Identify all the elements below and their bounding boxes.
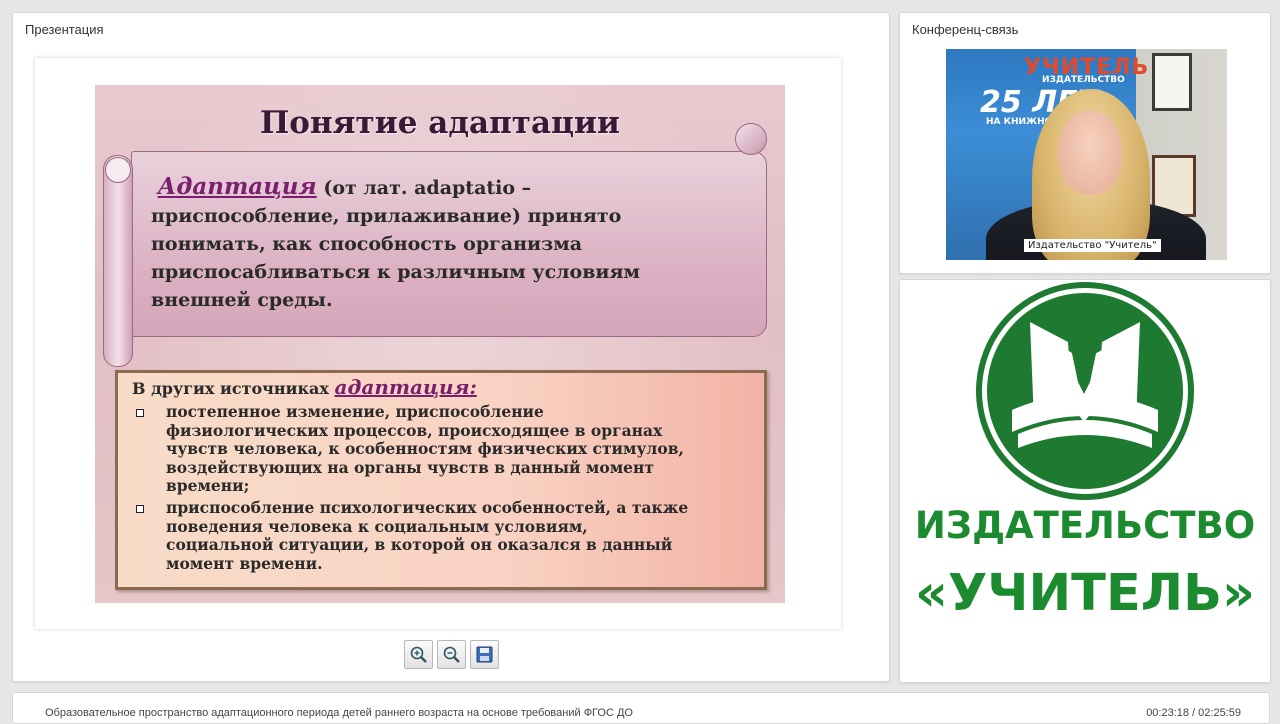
logo-panel: ИЗДАТЕЛЬСТВО «УЧИТЕЛЬ» <box>899 279 1271 683</box>
list-item: постепенное изменение, приспособление фи… <box>132 402 760 496</box>
slide-frame: Понятие адаптации Адаптация (от лат. ada… <box>35 58 841 629</box>
sources-heading: В других источниках адаптация: <box>132 375 477 399</box>
presenter-face <box>1058 111 1122 195</box>
definition-line-1-rest: (от лат. adaptatio – <box>323 177 532 199</box>
playback-time: 00:23:18 / 02:25:59 <box>1146 707 1241 719</box>
bullet-line: поведения человека к социальным условиям… <box>166 516 588 536</box>
zoom-in-icon <box>410 646 427 663</box>
poster-subtitle: ИЗДАТЕЛЬСТВО <box>1042 75 1125 85</box>
definition-line-3: понимать, как способность организма <box>151 233 583 255</box>
publisher-name-line2: «УЧИТЕЛЬ» <box>915 564 1255 623</box>
definition-term: Адаптация <box>157 173 317 200</box>
video-feed[interactable]: УЧИТЕЛЬ ИЗДАТЕЛЬСТВО 25 ЛЕТ НА КНИЖНОМ И… <box>946 49 1227 260</box>
zoom-in-button[interactable] <box>404 640 433 669</box>
definition-line-4: приспосабливаться к различным условиям <box>151 261 641 283</box>
definition-text: Адаптация (от лат. adaptatio – приспособ… <box>151 173 751 314</box>
slide: Понятие адаптации Адаптация (от лат. ada… <box>95 85 785 603</box>
scroll-roll-decoration <box>103 155 133 367</box>
sources-term: адаптация: <box>334 375 477 399</box>
bullet-line: чувств человека, к особенностям физическ… <box>166 439 684 458</box>
checkbox-bullet-icon <box>136 505 144 513</box>
status-bar: Образовательное пространство адаптационн… <box>12 692 1270 724</box>
definition-line-2: приспособление, прилаживание) принято <box>151 205 622 227</box>
wall-certificate <box>1152 53 1192 111</box>
list-item: приспособление психологических особеннос… <box>132 498 760 573</box>
bullet-line: постепенное изменение, приспособление <box>166 402 544 421</box>
bullet-line: социальной ситуации, в которой он оказал… <box>166 535 673 554</box>
bullet-line: момент времени. <box>166 553 323 573</box>
zoom-out-button[interactable] <box>437 640 466 669</box>
zoom-out-icon <box>443 646 460 663</box>
slide-title: Понятие адаптации <box>260 105 620 141</box>
definition-line-1: Адаптация (от лат. adaptatio – <box>151 173 751 202</box>
definition-line-5: внешней среды. <box>151 289 333 311</box>
conference-panel: Конференц-связь УЧИТЕЛЬ ИЗДАТЕЛЬСТВО 25 … <box>899 12 1271 274</box>
bullet-line: времени; <box>166 476 250 495</box>
scroll-curl-decoration <box>105 157 131 183</box>
sources-prefix: В других источниках <box>132 379 329 398</box>
presentation-panel-title: Презентация <box>25 22 104 37</box>
conference-panel-title: Конференц-связь <box>912 22 1019 37</box>
checkbox-bullet-icon <box>136 409 144 417</box>
bullet-line: приспособление психологических особеннос… <box>166 498 689 517</box>
bullet-line: физиологических процессов, происходящее … <box>166 420 663 440</box>
participant-name-label: Издательство "Учитель" <box>1024 239 1161 252</box>
presentation-panel: Презентация Понятие адаптации Адаптация … <box>12 12 890 682</box>
publisher-name-line1: ИЗДАТЕЛЬСТВО <box>914 504 1256 547</box>
publisher-logo-icon <box>976 282 1194 500</box>
save-button[interactable] <box>470 640 499 669</box>
save-icon <box>476 646 493 663</box>
webinar-title: Образовательное пространство адаптационн… <box>45 707 633 719</box>
bullet-line: воздействующих на органы чувств в данный… <box>166 457 654 477</box>
sources-box: В других источниках адаптация: постепенн… <box>115 370 767 590</box>
scroll-curl-decoration-right <box>735 123 767 155</box>
